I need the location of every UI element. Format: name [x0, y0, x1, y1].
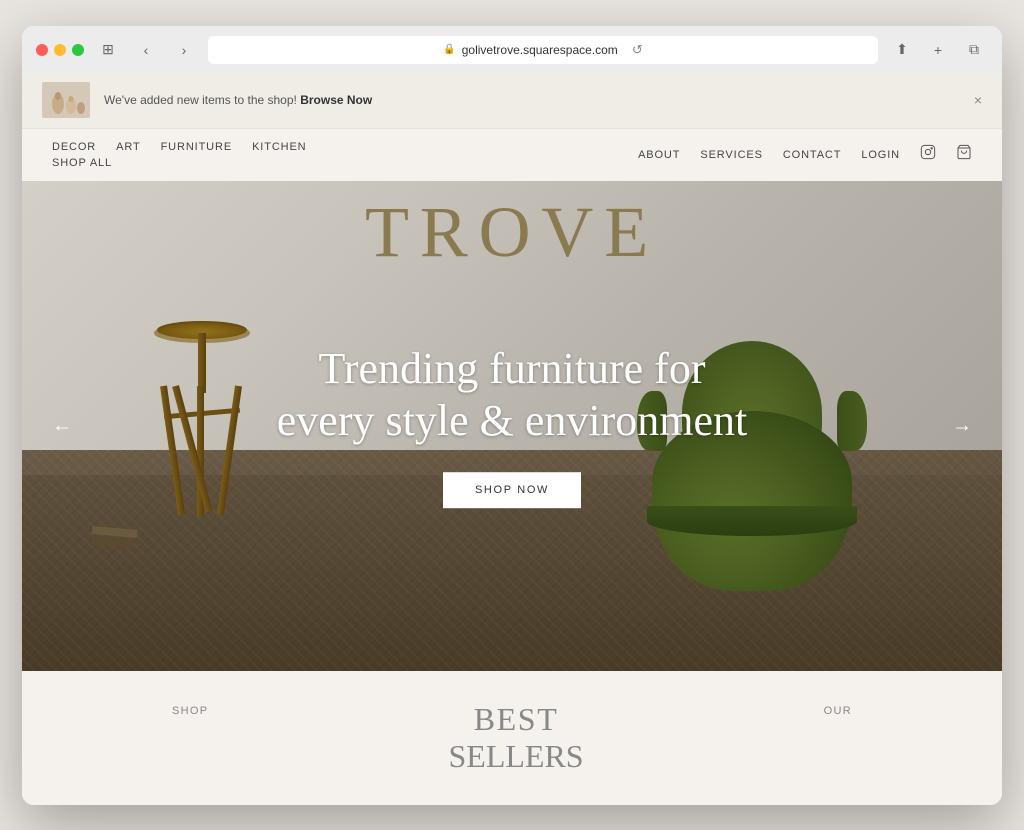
- nav-item-contact[interactable]: CONTACT: [783, 149, 842, 161]
- duplicate-button[interactable]: ⧉: [960, 36, 988, 64]
- nav-item-art[interactable]: ART: [116, 141, 140, 153]
- maximize-button[interactable]: [72, 44, 84, 56]
- hero-text-block: Trending furniture for every style & env…: [120, 343, 904, 509]
- browser-window: ⊞ ‹ › 🔒 golivetrove.squarespace.com ↺ ⬆ …: [22, 26, 1002, 805]
- best-sellers-title: BEST: [448, 701, 583, 738]
- forward-button[interactable]: ›: [170, 36, 198, 64]
- nav-item-shop-all[interactable]: SHOP ALL: [52, 157, 112, 169]
- nav-row-2: SHOP ALL: [52, 157, 307, 169]
- nav-item-services[interactable]: SERVICES: [700, 149, 762, 161]
- carousel-prev-button[interactable]: ←: [42, 404, 82, 447]
- bottom-section: SHOP BEST SELLERS OUR: [22, 671, 1002, 805]
- nav-left: DECOR ART FURNITURE KITCHEN SHOP ALL: [52, 141, 307, 169]
- hero-section: TROVE Trending furniture for every style…: [22, 181, 1002, 671]
- address-bar[interactable]: 🔒 golivetrove.squarespace.com ↺: [208, 36, 878, 64]
- nav-item-furniture[interactable]: FURNITURE: [161, 141, 232, 153]
- announcement-left: We've added new items to the shop! Brows…: [42, 82, 372, 118]
- nav-right: ABOUT SERVICES CONTACT LOGIN: [638, 144, 972, 165]
- announcement-close-button[interactable]: ×: [974, 92, 982, 108]
- site-title: TROVE: [22, 181, 1002, 274]
- hero-headline: Trending furniture for every style & env…: [120, 343, 904, 449]
- books-decoration: [92, 528, 137, 546]
- bottom-our-label: OUR: [824, 705, 852, 717]
- vase-image: [46, 84, 86, 116]
- nav-item-about[interactable]: ABOUT: [638, 149, 680, 161]
- sidebar-toggle-button[interactable]: ⊞: [94, 36, 122, 64]
- cart-icon[interactable]: [956, 144, 972, 165]
- minimize-button[interactable]: [54, 44, 66, 56]
- nav-row-1: DECOR ART FURNITURE KITCHEN: [52, 141, 307, 153]
- bottom-shop-label: SHOP: [172, 705, 208, 717]
- browser-toolbar: ⊞ ‹ › 🔒 golivetrove.squarespace.com ↺ ⬆ …: [36, 36, 988, 72]
- nav-item-login[interactable]: LOGIN: [861, 149, 900, 161]
- announcement-bar: We've added new items to the shop! Brows…: [22, 72, 1002, 129]
- instagram-icon[interactable]: [920, 144, 936, 165]
- website-content: We've added new items to the shop! Brows…: [22, 72, 1002, 805]
- announcement-text: We've added new items to the shop! Brows…: [104, 93, 372, 107]
- bottom-col-our: OUR: [824, 701, 852, 719]
- bottom-col-shop: SHOP: [172, 701, 208, 719]
- traffic-lights: [36, 44, 84, 56]
- shop-now-button[interactable]: SHOP NOW: [443, 472, 581, 508]
- main-nav: DECOR ART FURNITURE KITCHEN SHOP ALL ABO…: [22, 129, 1002, 181]
- url-text: golivetrove.squarespace.com: [462, 43, 618, 57]
- announcement-thumbnail: [42, 82, 90, 118]
- lock-icon: 🔒: [443, 44, 455, 55]
- nav-item-kitchen[interactable]: KITCHEN: [252, 141, 306, 153]
- close-button[interactable]: [36, 44, 48, 56]
- browser-chrome: ⊞ ‹ › 🔒 golivetrove.squarespace.com ↺ ⬆ …: [22, 26, 1002, 72]
- announcement-cta[interactable]: Browse Now: [300, 93, 372, 107]
- browser-actions: ⬆ + ⧉: [888, 36, 988, 64]
- best-sellers-sub: SELLERS: [448, 738, 583, 775]
- carousel-next-button[interactable]: →: [942, 404, 982, 447]
- reload-icon[interactable]: ↺: [632, 42, 643, 58]
- share-button[interactable]: ⬆: [888, 36, 916, 64]
- nav-item-decor[interactable]: DECOR: [52, 141, 96, 153]
- back-button[interactable]: ‹: [132, 36, 160, 64]
- new-tab-button[interactable]: +: [924, 36, 952, 64]
- bottom-col-bestsellers: BEST SELLERS: [448, 701, 583, 775]
